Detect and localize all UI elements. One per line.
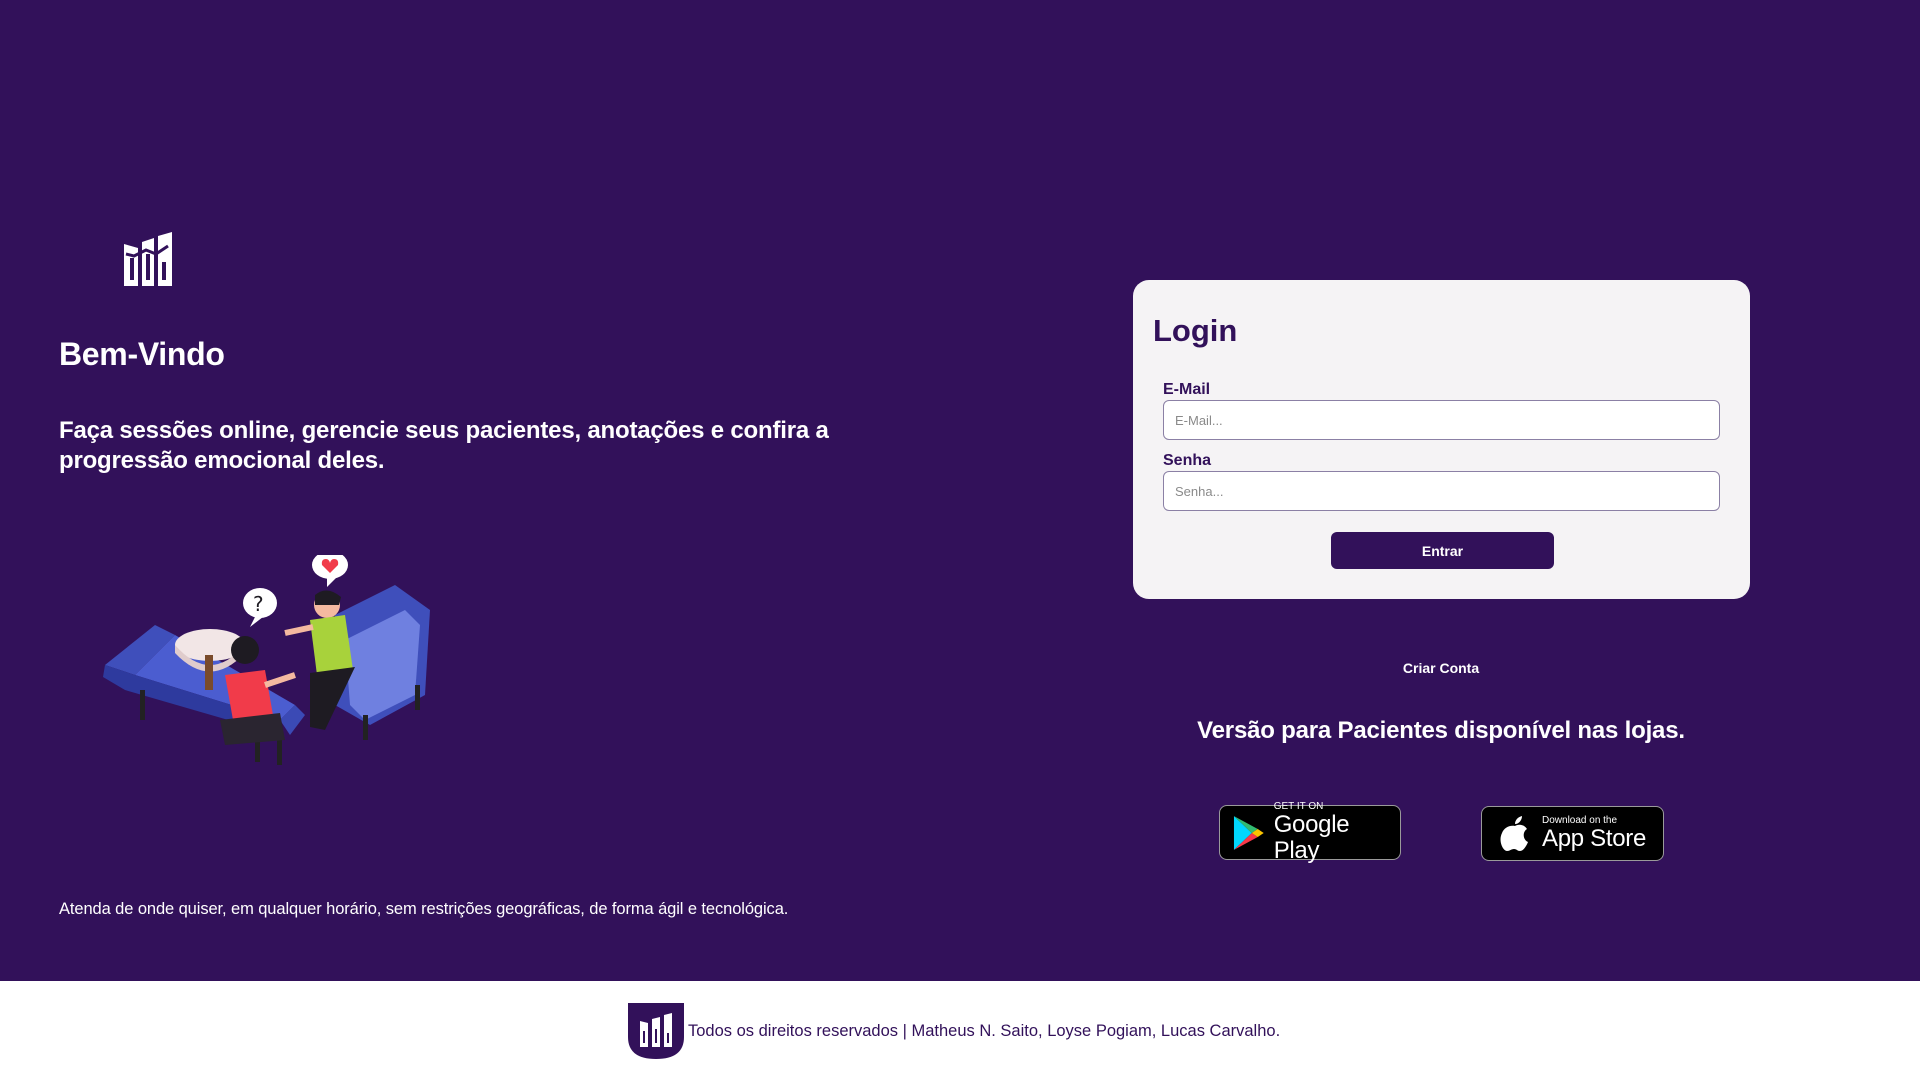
google-play-big-text: Google Play [1273, 811, 1350, 864]
password-field[interactable] [1163, 471, 1720, 511]
footer: Todos os direitos reservados | Matheus N… [0, 981, 1920, 1080]
create-account-link[interactable]: Criar Conta [1403, 660, 1479, 676]
login-card: Login E-Mail Senha Entrar [1133, 280, 1750, 599]
app-store-big-text: App Store [1542, 825, 1647, 852]
email-label: E-Mail [1163, 381, 1211, 398]
brand-logo [124, 232, 172, 286]
welcome-tagline: Atenda de onde quiser, em qualquer horár… [59, 900, 789, 918]
footer-logo [628, 1003, 684, 1059]
footer-copyright: Todos os direitos reservados | Matheus N… [688, 1021, 1281, 1040]
email-field[interactable] [1163, 400, 1720, 440]
app-store-badge[interactable]: Download on the App Store [1481, 806, 1664, 861]
welcome-subtitle: Faça sessões online, gerencie seus pacie… [59, 417, 829, 474]
password-label: Senha [1163, 452, 1212, 469]
therapy-session-illustration: ? [103, 555, 430, 765]
stores-heading: Versão para Pacientes disponível nas loj… [1197, 717, 1685, 744]
google-play-badge[interactable]: GET IT ON Google Play [1219, 801, 1401, 864]
svg-text:?: ? [253, 592, 264, 616]
main-panel: Bem-Vindo Faça sessões online, gerencie … [0, 0, 1920, 981]
login-button[interactable]: Entrar [1331, 532, 1554, 569]
login-title: Login [1153, 313, 1238, 348]
google-play-icon [1233, 815, 1264, 850]
apple-icon [1500, 815, 1528, 851]
welcome-title: Bem-Vindo [59, 336, 225, 372]
